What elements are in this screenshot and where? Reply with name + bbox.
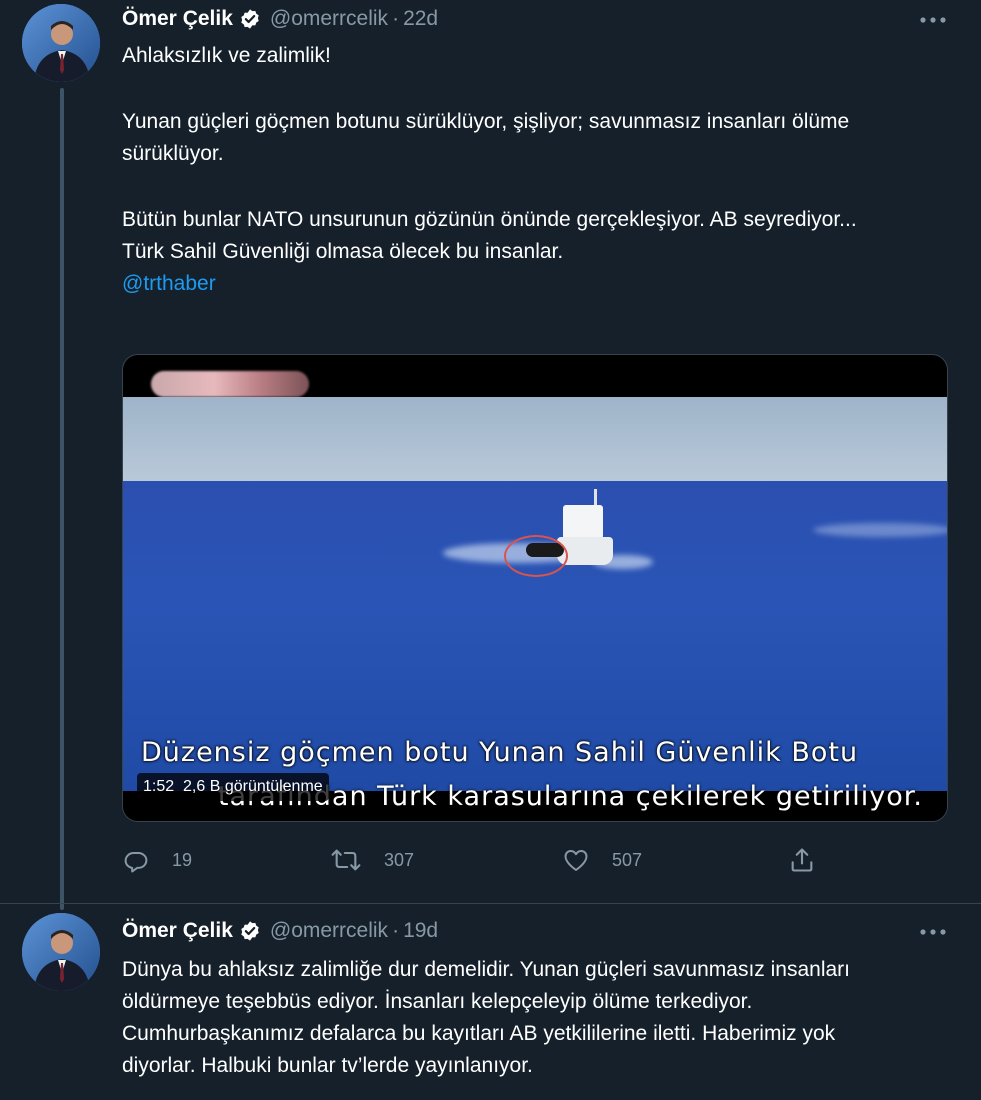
author-handle[interactable]: @omerrcelik: [270, 7, 388, 31]
tweet-text: Dünya bu ahlaksız zalimliğe dur demelidi…: [122, 954, 882, 1082]
share-button[interactable]: [788, 844, 816, 876]
highlight-circle: [504, 535, 568, 577]
retweet-button[interactable]: 307: [330, 844, 414, 876]
tweet-line: Ahlaksızlık ve zalimlik!: [122, 44, 331, 67]
video-duration-views: 1:52 2,6 B görüntülenme: [137, 773, 329, 801]
tweet-actions: 19 307 507: [122, 844, 948, 876]
reply-icon: [122, 846, 150, 874]
retweet-icon: [330, 846, 362, 874]
reply-button[interactable]: 19: [122, 844, 192, 876]
more-horizontal-icon[interactable]: [917, 920, 949, 944]
tweet-paragraph: Dünya bu ahlaksız zalimliğe dur demelidi…: [122, 958, 850, 1077]
like-count: 507: [612, 849, 643, 870]
tweet-header: Ömer Çelik @omerrcelik · 22d: [122, 2, 438, 36]
patrol-boat-cabin: [563, 505, 603, 539]
avatar[interactable]: [22, 4, 100, 82]
tweet-divider: [0, 903, 981, 904]
video-player[interactable]: Düzensiz göçmen botu Yunan Sahil Güvenli…: [122, 354, 948, 822]
retweet-count: 307: [384, 849, 415, 870]
tweet[interactable]: Ömer Çelik @omerrcelik · 19d Dünya bu ah…: [0, 908, 981, 1100]
verified-badge-icon: [239, 920, 261, 942]
more-horizontal-icon[interactable]: [917, 8, 949, 32]
share-icon: [788, 846, 816, 874]
blurred-channel-label: [151, 371, 309, 397]
reply-count: 19: [172, 849, 193, 870]
like-button[interactable]: 507: [562, 844, 642, 876]
verified-badge-icon: [239, 8, 261, 30]
tweet-paragraph: Yunan güçleri göçmen botunu sürüklüyor, …: [122, 110, 850, 165]
tweet-paragraph: Bütün bunlar NATO unsurunun gözünün önün…: [122, 208, 857, 231]
video-subtitle: Düzensiz göçmen botu Yunan Sahil Güvenli…: [141, 737, 859, 768]
tweet-header: Ömer Çelik @omerrcelik · 19d: [122, 914, 438, 948]
video-sky: [123, 397, 947, 481]
author-name[interactable]: Ömer Çelik: [122, 919, 233, 943]
avatar[interactable]: [22, 913, 100, 991]
mention-link[interactable]: @trthaber: [122, 268, 932, 300]
separator-dot: ·: [392, 919, 400, 942]
tweet-paragraph: Türk Sahil Güvenliği olmasa ölecek bu in…: [122, 240, 564, 263]
author-handle[interactable]: @omerrcelik: [270, 919, 388, 943]
tweet[interactable]: Ömer Çelik @omerrcelik · 22d Ahlaksızlık…: [0, 0, 981, 900]
tweet-text: Ahlaksızlık ve zalimlik! Yunan güçleri g…: [122, 40, 932, 300]
view-count: 2,6 B görüntülenme: [183, 778, 323, 795]
tweet-timestamp[interactable]: 22d: [403, 7, 438, 31]
tweet-timestamp[interactable]: 19d: [403, 919, 438, 943]
author-name[interactable]: Ömer Çelik: [122, 7, 233, 31]
separator-dot: ·: [392, 7, 400, 30]
video-duration: 1:52: [143, 778, 175, 795]
heart-icon: [562, 846, 590, 874]
